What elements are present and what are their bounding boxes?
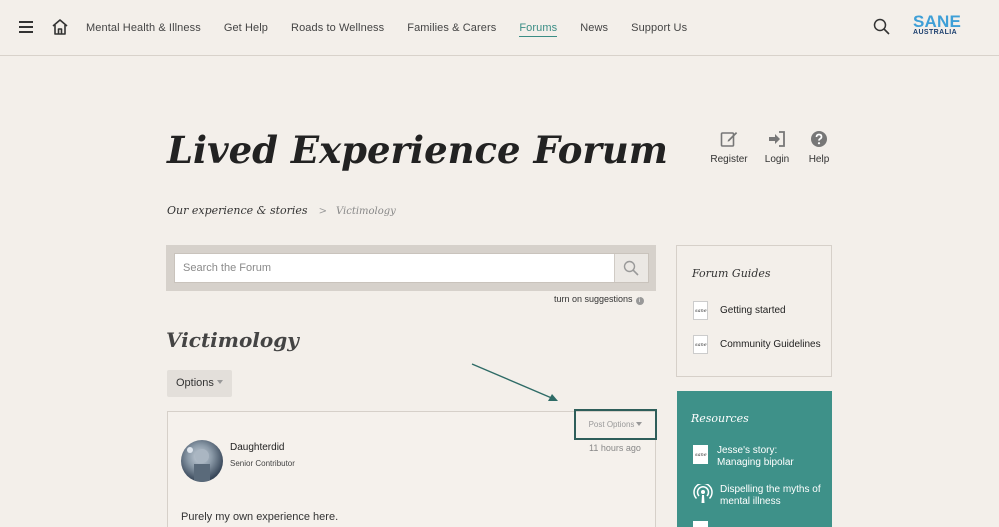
suggestions-label: turn on suggestions xyxy=(554,294,633,304)
breadcrumb-current: Victimology xyxy=(335,206,396,217)
sane-australia-logo[interactable]: SANE AUSTRALIA xyxy=(913,12,963,38)
sign-in-icon xyxy=(769,131,785,147)
logo-australia-text: AUSTRALIA xyxy=(913,29,958,36)
hamburger-menu-icon[interactable] xyxy=(19,21,33,33)
board-title: Victimology xyxy=(166,328,299,352)
logo-sane-text: SANE xyxy=(913,12,962,31)
resource-label-line1: Jesse's story: xyxy=(717,445,778,456)
forum-guides-panel: Forum Guides sane Getting started sane C… xyxy=(676,245,832,377)
forum-search-bar xyxy=(166,245,656,291)
page-title: Lived Experience Forum xyxy=(167,128,668,172)
podcast-icon xyxy=(693,484,713,503)
options-dropdown[interactable]: Options xyxy=(167,370,232,397)
nav-get-help[interactable]: Get Help xyxy=(224,22,268,34)
breadcrumb: Our experience & stories > Victimology xyxy=(167,204,396,217)
resource-jesses-story[interactable]: sane Jesse's story: Managing bipolar xyxy=(693,445,794,469)
register-label: Register xyxy=(710,154,748,165)
resource-label: Jesse's story: Managing bipolar xyxy=(717,445,794,469)
guide-label: Community Guidelines xyxy=(720,339,821,350)
help-button[interactable]: Help xyxy=(794,130,844,165)
resource-label-line2: Managing bipolar xyxy=(717,457,794,468)
turn-on-suggestions-link[interactable]: turn on suggestions i xyxy=(554,294,644,305)
home-icon[interactable] xyxy=(51,18,69,36)
nav-mental-health[interactable]: Mental Health & Illness xyxy=(86,22,201,34)
resource-label: Dispelling the myths of mental illness xyxy=(720,484,821,508)
document-icon: sane xyxy=(693,301,708,320)
annotation-arrow-icon xyxy=(471,363,558,401)
breadcrumb-separator: > xyxy=(318,206,327,217)
main-nav: Mental Health & Illness Get Help Roads t… xyxy=(86,0,710,56)
caret-down-icon xyxy=(216,380,223,384)
document-icon xyxy=(693,521,708,527)
edit-icon xyxy=(720,132,738,147)
resources-panel: Resources sane Jesse's story: Managing b… xyxy=(677,391,832,527)
breadcrumb-parent[interactable]: Our experience & stories xyxy=(167,204,308,217)
question-icon xyxy=(811,131,827,147)
resource-label-line2: mental illness xyxy=(720,496,781,507)
resource-item-partial[interactable] xyxy=(693,521,717,527)
search-icon xyxy=(623,260,639,276)
guide-label: Getting started xyxy=(720,305,786,316)
info-icon: i xyxy=(635,297,644,305)
avatar[interactable] xyxy=(181,440,223,482)
nav-support-us[interactable]: Support Us xyxy=(631,22,687,34)
caret-down-icon xyxy=(636,422,643,426)
post-body: Purely my own experience here. xyxy=(181,511,339,523)
options-label: Options xyxy=(176,377,214,389)
post-options-label: Post Options xyxy=(588,420,635,429)
post-options-dropdown[interactable]: Post Options xyxy=(574,409,657,440)
register-button[interactable]: Register xyxy=(704,130,754,165)
search-box xyxy=(174,253,649,283)
search-icon[interactable] xyxy=(873,18,890,35)
guide-community-guidelines[interactable]: sane Community Guidelines xyxy=(693,335,821,354)
help-label: Help xyxy=(808,154,830,165)
nav-news[interactable]: News xyxy=(580,22,608,34)
nav-forums[interactable]: Forums xyxy=(519,22,558,37)
nav-roads-to-wellness[interactable]: Roads to Wellness xyxy=(291,22,384,34)
search-input[interactable] xyxy=(175,254,613,282)
guide-getting-started[interactable]: sane Getting started xyxy=(693,301,786,320)
resource-label-line1: Dispelling the myths of xyxy=(720,484,821,495)
resource-dispelling-myths[interactable]: Dispelling the myths of mental illness xyxy=(693,484,821,508)
top-navigation: Mental Health & Illness Get Help Roads t… xyxy=(0,0,999,56)
avatar-image xyxy=(187,447,210,482)
document-icon: sane xyxy=(693,445,708,464)
search-button[interactable] xyxy=(614,254,648,282)
document-icon: sane xyxy=(693,335,708,354)
forum-guides-heading: Forum Guides xyxy=(692,267,771,280)
resources-heading: Resources xyxy=(691,412,749,425)
post-author[interactable]: Daughterdid xyxy=(230,442,284,453)
nav-families-carers[interactable]: Families & Carers xyxy=(407,22,496,34)
author-rank: Senior Contributor xyxy=(230,459,295,468)
post-time: 11 hours ago xyxy=(589,443,641,453)
user-actions: Register Login Help xyxy=(704,130,842,165)
